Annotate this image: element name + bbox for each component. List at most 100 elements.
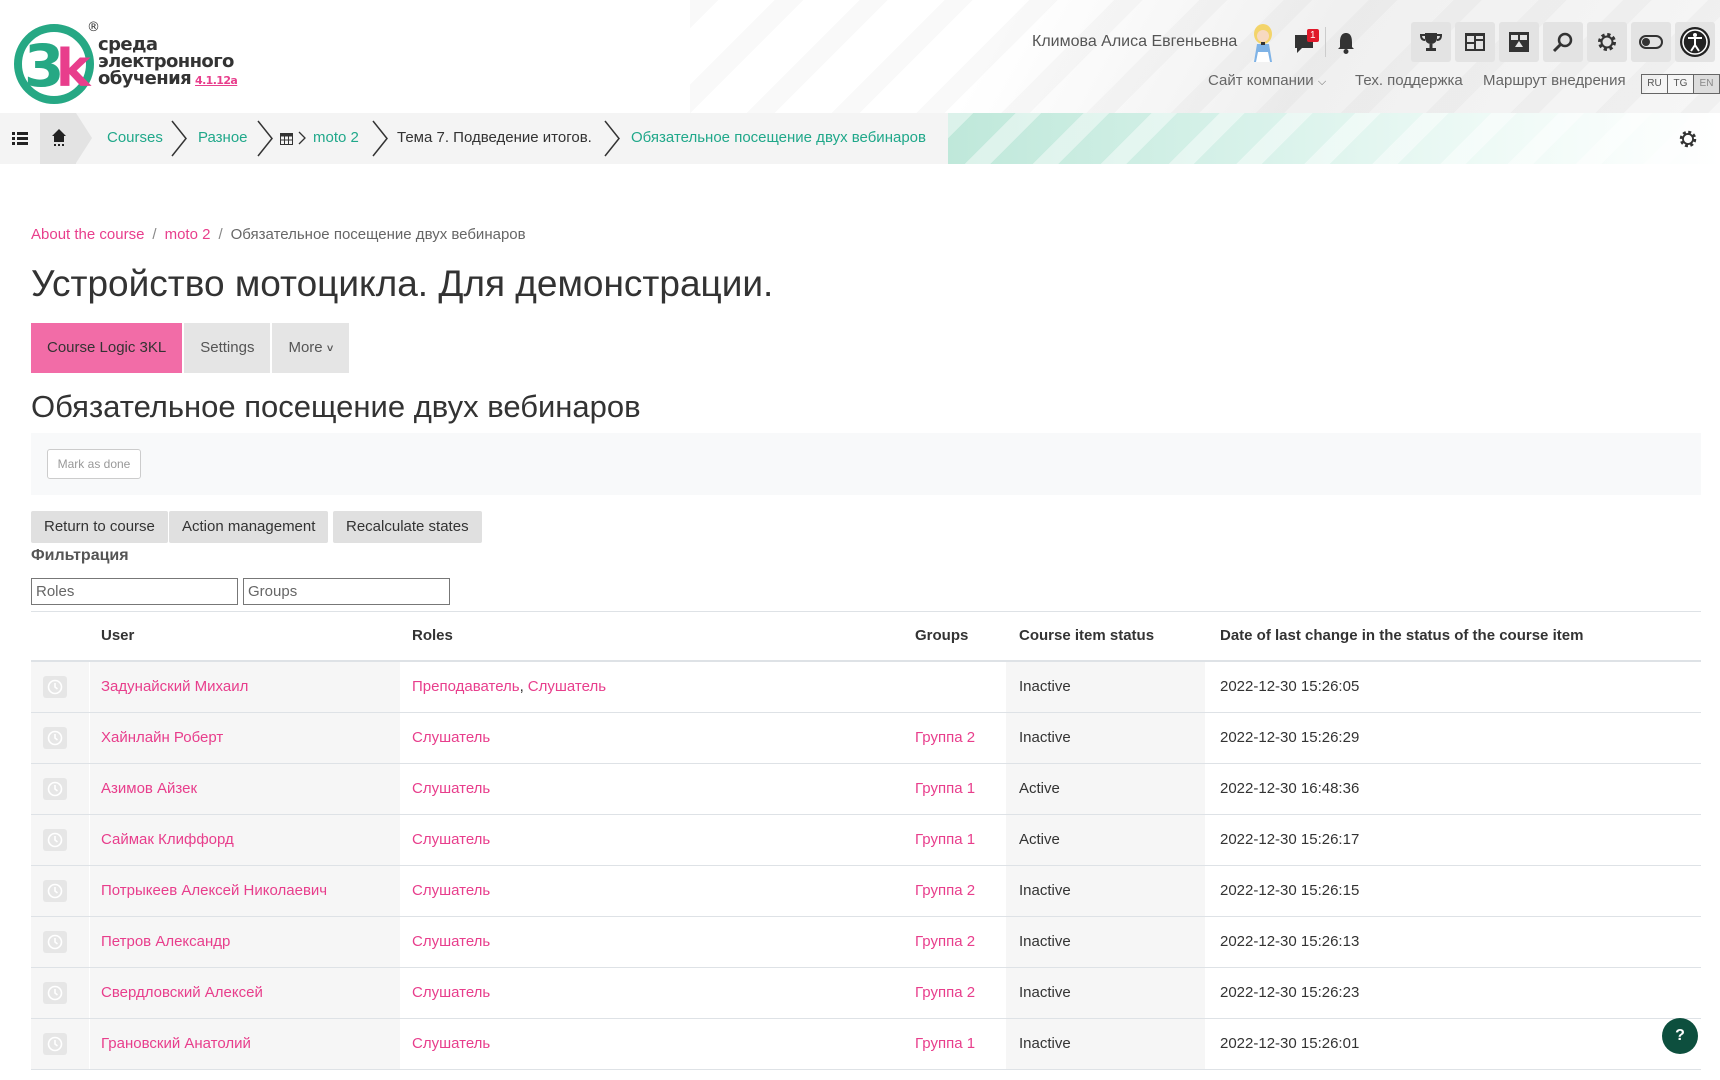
tab-more-label: More	[288, 339, 323, 356]
user-link[interactable]: Петров Александр	[101, 933, 230, 950]
date-value: 2022-12-30 15:26:17	[1220, 831, 1360, 848]
user-link[interactable]: Грановский Анатолий	[101, 1035, 251, 1052]
date-value: 2022-12-30 15:26:23	[1220, 984, 1360, 1001]
role-link[interactable]: Слушатель	[412, 831, 490, 848]
role-link[interactable]: Слушатель	[528, 678, 606, 695]
history-icon[interactable]	[43, 778, 67, 800]
help-button[interactable]: ?	[1662, 1018, 1698, 1054]
achievements-button[interactable]	[1411, 22, 1451, 62]
tab-course-logic[interactable]: Course Logic 3KL	[31, 323, 183, 373]
theme-toggle-button[interactable]	[1631, 22, 1671, 62]
logo-text: среда электронного обучения 4.1.12a	[98, 36, 238, 89]
history-icon[interactable]	[43, 982, 67, 1004]
return-to-course-button[interactable]: Return to course	[31, 511, 168, 543]
history-icon[interactable]	[43, 931, 67, 953]
table-row: Саймак Клиффорд Слушатель Группа 1 Active 20…	[31, 815, 1701, 866]
breadcrumb: About the course / moto 2 / Обязательное пос…	[31, 226, 526, 243]
user-link[interactable]: Саймак Клиффорд	[101, 831, 234, 848]
logo-version[interactable]: 4.1.12a	[195, 74, 238, 87]
table-row: Потрыкеев Алексей Николаевич Слушатель Гру…	[31, 866, 1701, 917]
roles-value: Слушатель	[412, 729, 494, 746]
role-link[interactable]: Слушатель	[412, 780, 490, 797]
breadcrumb-course-link[interactable]: moto 2	[165, 226, 211, 243]
lang-en[interactable]: EN	[1694, 75, 1719, 93]
lang-tg[interactable]: TG	[1668, 75, 1694, 93]
nav-crumb-moto2[interactable]: moto 2	[313, 129, 359, 146]
messages-count-badge: 1	[1307, 29, 1319, 42]
breadcrumb-current: Обязательное посещение двух вебинаров	[230, 226, 526, 243]
column-header-status[interactable]: Course item status	[1019, 627, 1154, 644]
courses-catalog-button[interactable]	[1499, 22, 1539, 62]
support-link[interactable]: Тех. поддержка	[1355, 72, 1463, 89]
settings-button[interactable]	[1587, 22, 1627, 62]
roles-value: Слушатель	[412, 882, 494, 899]
group-link[interactable]: Группа 2	[915, 933, 975, 950]
nav-crumb-misc[interactable]: Разное	[198, 129, 248, 146]
user-avatar[interactable]	[1246, 22, 1280, 62]
users-status-table: User Roles Groups Course item status Dat…	[31, 611, 1701, 1070]
tab-more[interactable]: More ˅	[272, 323, 350, 373]
recalculate-states-button[interactable]: Recalculate states	[333, 511, 482, 543]
search-button[interactable]	[1543, 22, 1583, 62]
company-site-link[interactable]: Сайт компании ⌵	[1208, 72, 1326, 89]
page-header: 3 k ® среда электронного обучения 4.1.12a…	[0, 0, 1720, 113]
role-link[interactable]: Слушатель	[412, 882, 490, 899]
lang-ru[interactable]: RU	[1642, 75, 1668, 93]
column-header-user[interactable]: User	[101, 627, 134, 644]
nav-crumb-current[interactable]: Обязательное посещение двух вебинаров	[631, 129, 926, 146]
table-row: Азимов Айзек Слушатель Группа 1 Active 2022-…	[31, 764, 1701, 815]
breadcrumb-about-link[interactable]: About the course	[31, 226, 144, 243]
column-header-date[interactable]: Date of last change in the status of the…	[1220, 627, 1583, 644]
user-link[interactable]: Хайнлайн Роберт	[101, 729, 223, 746]
header-divider	[1325, 27, 1326, 57]
roles-filter-input[interactable]	[31, 578, 238, 605]
user-name[interactable]: Климова Алиса Евгеньевна	[1032, 33, 1237, 51]
calendar-icon	[280, 133, 293, 145]
history-icon[interactable]	[43, 1033, 67, 1055]
group-link[interactable]: Группа 2	[915, 729, 975, 746]
action-management-button[interactable]: Action management	[169, 511, 329, 543]
language-switcher: RU TG EN	[1641, 74, 1720, 94]
role-separator: ,	[519, 678, 524, 695]
group-link[interactable]: Группа 2	[915, 882, 975, 899]
tab-settings[interactable]: Settings	[184, 323, 271, 373]
logo[interactable]: 3 k ® среда электронного обучения 4.1.12a	[14, 20, 244, 110]
history-icon[interactable]	[43, 727, 67, 749]
table-body: Задунайский Михаил Преподаватель, Слушател…	[31, 662, 1701, 1070]
group-link[interactable]: Группа 1	[915, 1035, 975, 1052]
column-header-groups[interactable]: Groups	[915, 627, 968, 644]
group-link[interactable]: Группа 2	[915, 984, 975, 1001]
menu-list-icon[interactable]	[12, 130, 28, 146]
column-header-roles[interactable]: Roles	[412, 627, 453, 644]
history-icon[interactable]	[43, 829, 67, 851]
role-link[interactable]: Преподаватель	[412, 678, 520, 695]
role-link[interactable]: Слушатель	[412, 984, 490, 1001]
notifications-bell-icon[interactable]	[1335, 30, 1357, 56]
user-link[interactable]: Азимов Айзек	[101, 780, 197, 797]
role-link[interactable]: Слушатель	[412, 1035, 490, 1052]
history-icon[interactable]	[43, 676, 67, 698]
role-link[interactable]: Слушатель	[412, 933, 490, 950]
nav-crumb-topic[interactable]: Тема 7. Подведение итогов.	[397, 129, 592, 146]
history-icon[interactable]	[43, 880, 67, 902]
user-link[interactable]: Свердловский Алексей	[101, 984, 263, 1001]
gear-icon[interactable]	[1677, 128, 1699, 150]
user-link[interactable]: Потрыкеев Алексей Николаевич	[101, 882, 327, 899]
status-value: Active	[1019, 780, 1060, 797]
route-link[interactable]: Маршрут внедрения	[1483, 72, 1626, 89]
roles-value: Слушатель	[412, 933, 494, 950]
roles-value: Слушатель	[412, 780, 494, 797]
role-link[interactable]: Слушатель	[412, 729, 490, 746]
nav-crumb-courses[interactable]: Courses	[107, 129, 163, 146]
group-link[interactable]: Группа 1	[915, 780, 975, 797]
group-link[interactable]: Группа 1	[915, 831, 975, 848]
chevron-down-icon: ˅	[326, 343, 334, 355]
dashboard-button[interactable]	[1455, 22, 1495, 62]
user-link[interactable]: Задунайский Михаил	[101, 678, 248, 695]
date-value: 2022-12-30 16:48:36	[1220, 780, 1360, 797]
home-crumb[interactable]	[40, 113, 76, 164]
status-value: Active	[1019, 831, 1060, 848]
groups-filter-input[interactable]	[243, 578, 450, 605]
accessibility-button[interactable]	[1675, 22, 1715, 62]
mark-as-done-button[interactable]: Mark as done	[47, 449, 141, 479]
